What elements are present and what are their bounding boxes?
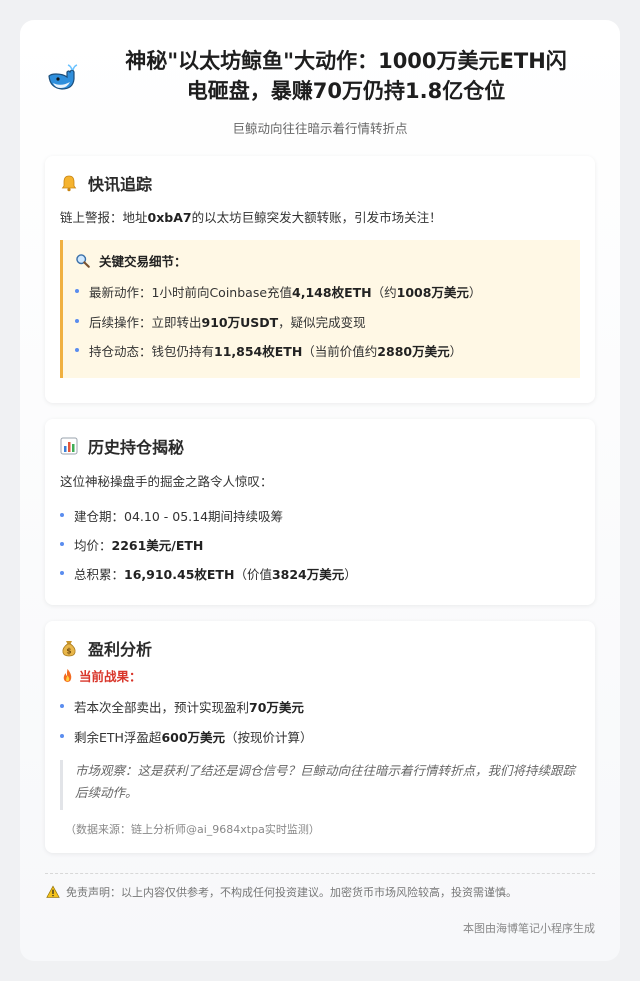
news-card-title: 快讯追踪 (88, 175, 153, 194)
detail-item: 最新动作：1小时前向Coinbase充值4,148枚ETH（约1008万美元） (75, 282, 481, 301)
money-bag-icon: $ (62, 641, 76, 657)
magnifier-icon (76, 253, 90, 268)
profit-item: 若本次全部卖出，预计实现盈利70万美元 (60, 697, 304, 716)
footer-credit: 本图由海博笔记小程序生成 (463, 922, 595, 935)
alert-prefix: 链上警报：地址 (60, 210, 148, 225)
warning-icon (46, 885, 60, 898)
alert-text: 链上警报：地址0xbA7的以太坊巨鲸突发大额转账，引发市场关注！ (60, 207, 442, 226)
page-title-line1: 神秘"以太坊鲸鱼"大动作：1000万美元ETH闪 (125, 49, 567, 73)
result-label-text: 当前战果： (79, 669, 142, 684)
svg-text:$: $ (66, 647, 71, 656)
transaction-details-callout: 关键交易细节： 最新动作：1小时前向Coinbase充值4,148枚ETH（约1… (60, 240, 580, 378)
market-observation-quote: 市场观察：这是获利了结还是调仓信号？巨鲸动向往往暗示着行情转折点，我们将持续跟踪… (60, 760, 580, 810)
header: 神秘"以太坊鲸鱼"大动作：1000万美元ETH闪 电砸盘，暴赚70万仍持1.8亿… (20, 20, 620, 155)
page-title-line2: 电砸盘，暴赚70万仍持1.8亿仓位 (186, 79, 506, 103)
disclaimer: 免责声明：以上内容仅供参考，不构成任何投资建议。加密货币市场风险较高，投资需谨慎… (46, 884, 517, 900)
current-result-label: 当前战果： (60, 666, 142, 685)
history-item: 均价：2261美元/ETH (60, 535, 203, 554)
alert-suffix: 的以太坊巨鲸突发大额转账，引发市场关注！ (191, 210, 442, 225)
whale-icon (48, 64, 78, 90)
data-source-note: （数据来源：链上分析师@ai_9684xtpa实时监测） (65, 823, 320, 836)
detail-item: 后续操作：立即转出910万USDT，疑似完成变现 (75, 312, 366, 331)
details-header: 关键交易细节： (75, 251, 187, 270)
history-card: 历史持仓揭秘 这位神秘操盘手的掘金之路令人惊叹： 建仓期：04.10 - 05.… (45, 419, 595, 605)
bar-chart-icon (60, 437, 78, 455)
history-item: 总积累：16,910.45枚ETH（价值3824万美元） (60, 564, 357, 583)
bell-icon (61, 175, 77, 192)
profit-item: 剩余ETH浮盈超600万美元（按现价计算） (60, 727, 313, 746)
alert-address: 0xbA7 (147, 210, 192, 225)
article-page: 神秘"以太坊鲸鱼"大动作：1000万美元ETH闪 电砸盘，暴赚70万仍持1.8亿… (20, 20, 620, 961)
fire-icon (63, 668, 72, 683)
history-item: 建仓期：04.10 - 05.14期间持续吸筹 (60, 506, 283, 525)
profit-card-title: 盈利分析 (88, 640, 153, 659)
detail-item: 持仓动态：钱包仍持有11,854枚ETH（当前价值约2880万美元） (75, 341, 462, 360)
profit-card-header: $ 盈利分析 (60, 636, 152, 660)
history-card-title: 历史持仓揭秘 (88, 438, 185, 457)
profit-card: $ 盈利分析 当前战果： 若本次全部卖出，预计实现盈利70万美元 剩余ETH浮盈… (45, 621, 595, 853)
news-card-header: 快讯追踪 (60, 171, 152, 195)
divider (45, 873, 595, 874)
page-subtitle: 巨鲸动向往往暗示着行情转折点 (232, 121, 408, 136)
history-card-header: 历史持仓揭秘 (60, 434, 184, 458)
details-title: 关键交易细节： (99, 254, 187, 269)
page-title: 神秘"以太坊鲸鱼"大动作：1000万美元ETH闪 电砸盘，暴赚70万仍持1.8亿… (96, 46, 596, 106)
history-intro: 这位神秘操盘手的掘金之路令人惊叹： (60, 474, 273, 489)
disclaimer-text: 免责声明：以上内容仅供参考，不构成任何投资建议。加密货币市场风险较高，投资需谨慎… (66, 886, 517, 899)
news-card: 快讯追踪 链上警报：地址0xbA7的以太坊巨鲸突发大额转账，引发市场关注！ 关键… (45, 156, 595, 403)
